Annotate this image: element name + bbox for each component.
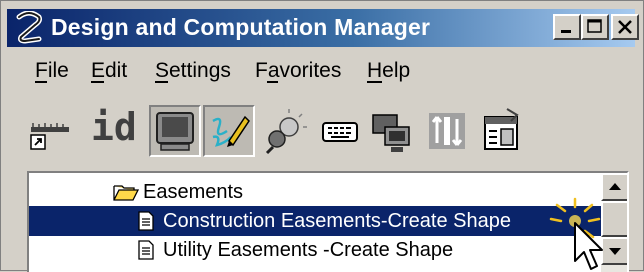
menu-file[interactable]: File: [35, 59, 69, 83]
document-icon: [138, 211, 154, 231]
menu-help[interactable]: Help: [367, 59, 410, 83]
tree-item-label: Construction Easements-Create Shape: [163, 210, 511, 232]
tool-sort[interactable]: [423, 105, 475, 157]
tool-keyboard[interactable]: [315, 105, 367, 157]
keyboard-icon: [322, 122, 358, 142]
sort-icon: [429, 113, 465, 149]
tool-properties[interactable]: [477, 105, 529, 157]
monitor-icon: [156, 112, 194, 151]
window-title: Design and Computation Manager: [51, 14, 431, 40]
close-button[interactable]: [611, 14, 639, 40]
menu-favorites[interactable]: Favorites: [255, 59, 341, 83]
app-logo-icon: [16, 11, 42, 44]
menu-help-mnemonic: [367, 81, 382, 83]
menu-favorites-mnemonic: [267, 81, 278, 83]
tool-dimension[interactable]: [27, 105, 79, 157]
draw-pencil-icon: [212, 115, 250, 147]
close-icon: [618, 20, 632, 34]
maximize-icon: [587, 19, 602, 33]
tree-item-label: Easements: [143, 181, 244, 203]
monitor-network-icon: [372, 114, 410, 152]
tree-item-selected[interactable]: Construction Easements-Create Shape: [29, 206, 601, 236]
title-bar[interactable]: Design and Computation Manager: [7, 9, 639, 47]
tree-item-folder[interactable]: Easements: [29, 177, 601, 207]
tool-network[interactable]: [367, 105, 419, 157]
folder-open-icon: [113, 185, 139, 201]
minimize-icon: [561, 30, 571, 33]
tool-monitor[interactable]: [149, 105, 201, 157]
dimension-ruler-icon: [30, 123, 69, 150]
menu-edit-mnemonic: [91, 81, 104, 83]
app-window: Design and Computation Manager File Edit…: [0, 0, 644, 272]
tree-item-document[interactable]: Utility Easements -Create Shape: [29, 235, 601, 265]
maximize-button[interactable]: [581, 14, 609, 40]
minimize-button[interactable]: [553, 14, 581, 40]
menu-edit[interactable]: Edit: [91, 59, 127, 83]
menu-settings-mnemonic: [155, 81, 168, 83]
menu-file-mnemonic: [35, 81, 47, 83]
mouse-cursor-icon: [549, 197, 603, 270]
tool-draw[interactable]: [203, 105, 255, 157]
document-icon: [138, 240, 154, 260]
arrow-up-icon: [609, 183, 621, 190]
id-tool[interactable]: id: [91, 105, 137, 149]
properties-icon: [484, 108, 519, 150]
tree-list[interactable]: Easements Construction Easements-Create …: [27, 171, 629, 272]
menu-settings[interactable]: Settings: [155, 59, 231, 83]
lightbulb-icon: [265, 109, 307, 155]
tree-item-label: Utility Easements -Create Shape: [163, 239, 454, 261]
toolbar: id: [7, 93, 635, 167]
tool-lightbulb[interactable]: [259, 105, 311, 157]
